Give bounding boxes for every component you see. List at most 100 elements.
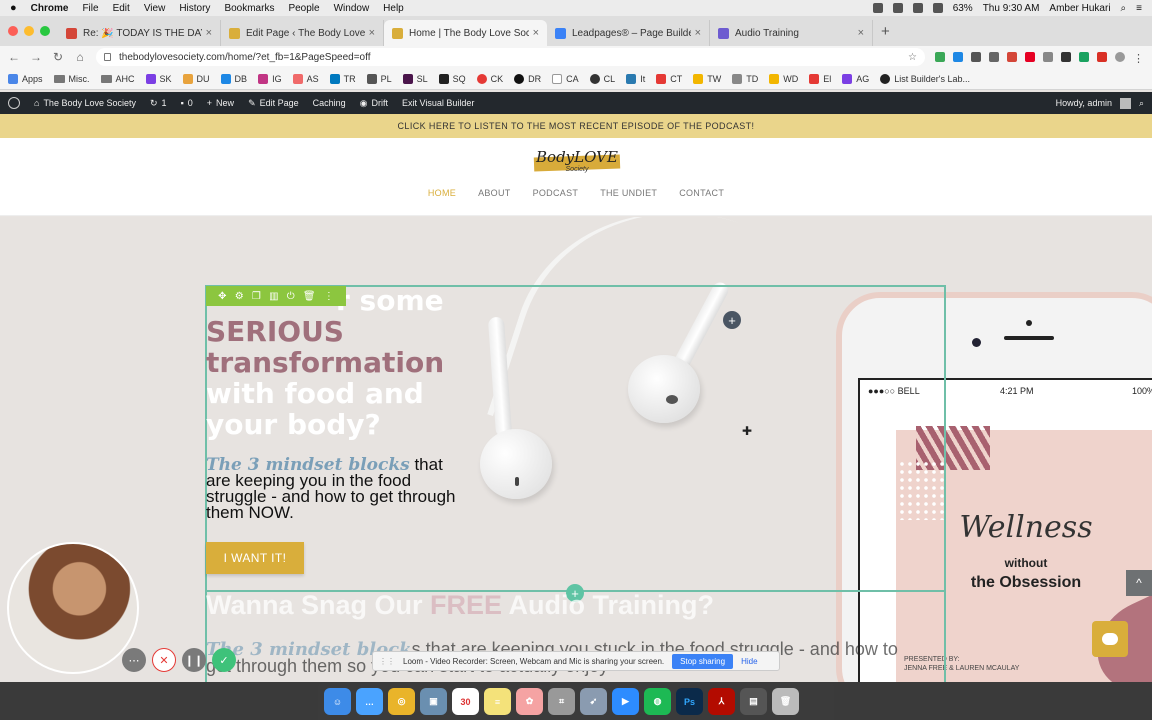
spotify-icon[interactable]: ◍ — [644, 688, 671, 715]
wifi-icon[interactable] — [912, 3, 923, 13]
admin-new[interactable]: + New — [207, 98, 234, 108]
bookmark-as[interactable]: AS — [292, 73, 319, 84]
nav-about[interactable]: ABOUT — [478, 188, 511, 198]
acrobat-icon[interactable]: ⅄ — [708, 688, 735, 715]
bookmark-misc[interactable]: Misc. — [53, 74, 90, 84]
power-icon[interactable]: ⏻ — [287, 291, 295, 302]
lock-icon[interactable] — [104, 53, 111, 61]
loom-camera-bubble[interactable] — [7, 542, 139, 674]
close-tab-icon[interactable]: × — [369, 27, 375, 39]
preview-icon[interactable]: ▣ — [420, 688, 447, 715]
bookmark-td[interactable]: TD — [732, 73, 758, 84]
bookmark-dr[interactable]: DR — [514, 73, 541, 84]
scroll-to-top-button[interactable]: ^ — [1126, 570, 1152, 596]
extension-icon[interactable] — [1007, 52, 1017, 62]
launchpad-icon[interactable]: ➹ — [580, 688, 607, 715]
tab-audio-training[interactable]: Audio Training × — [710, 20, 873, 46]
reload-icon[interactable]: ↻ — [52, 50, 64, 64]
photos-icon[interactable]: ✿ — [516, 688, 543, 715]
nav-contact[interactable]: CONTACT — [679, 188, 724, 198]
bookmark-ig[interactable]: IG — [258, 73, 282, 84]
menu-window[interactable]: Window — [334, 3, 370, 14]
bookmark-ca[interactable]: CA — [552, 73, 579, 84]
files-icon[interactable]: ▤ — [740, 688, 767, 715]
nav-home[interactable]: HOME — [428, 188, 456, 198]
move-icon[interactable]: ✥ — [218, 291, 226, 302]
admin-site-link[interactable]: ⌂ The Body Love Society — [34, 98, 136, 108]
nav-the-undiet[interactable]: THE UNDIET — [600, 188, 657, 198]
bookmark-wd[interactable]: WD — [769, 73, 798, 84]
menu-bookmarks[interactable]: Bookmarks — [224, 3, 274, 14]
podcast-banner[interactable]: CLICK HERE TO LISTEN TO THE MOST RECENT … — [0, 114, 1152, 138]
close-tab-icon[interactable]: × — [695, 27, 701, 39]
bookmark-el[interactable]: El — [809, 73, 831, 84]
extension-grammarly-icon[interactable] — [935, 52, 945, 62]
menu-list-icon[interactable]: ≡ — [1136, 3, 1142, 14]
bookmark-ct[interactable]: CT — [656, 73, 682, 84]
menu-view[interactable]: View — [144, 3, 166, 14]
calendar-icon[interactable]: 30 — [452, 688, 479, 715]
menu-chrome[interactable]: Chrome — [31, 3, 69, 14]
video-icon[interactable] — [872, 3, 883, 13]
back-icon[interactable]: ← — [8, 50, 20, 64]
close-tab-icon[interactable]: × — [858, 27, 864, 39]
menu-help[interactable]: Help — [383, 3, 404, 14]
bookmark-db[interactable]: DB — [220, 73, 247, 84]
bookmark-ag[interactable]: AG — [842, 73, 869, 84]
bookmark-du[interactable]: DU — [182, 73, 210, 84]
tab-gmail[interactable]: Re: 🎉 TODAY IS THE DAY!!!!!! × — [58, 20, 221, 46]
profile-avatar[interactable] — [1115, 52, 1125, 62]
admin-comments[interactable]: ▪ 0 — [181, 98, 193, 108]
clock[interactable]: Thu 9:30 AM — [983, 3, 1040, 14]
more-icon[interactable]: ⋮ — [324, 291, 334, 302]
chrome-menu-icon[interactable]: ⋮ — [1133, 52, 1144, 65]
tab-leadpages[interactable]: Leadpages® – Page Builder × — [547, 20, 710, 46]
finish-recording-icon[interactable]: ✓ — [212, 648, 236, 672]
tab-home[interactable]: Home | The Body Love Society × — [384, 20, 547, 46]
admin-updates[interactable]: ↻ 1 — [150, 98, 167, 109]
bookmark-it[interactable]: It — [626, 73, 645, 84]
bookmark-star-icon[interactable]: ☆ — [908, 52, 917, 63]
wordpress-logo-icon[interactable] — [8, 97, 20, 109]
maximize-window-icon[interactable] — [40, 26, 50, 36]
bookmark-sk[interactable]: SK — [145, 73, 172, 84]
hero-headline[interactable]: r some SERIOUS transformation with food … — [206, 285, 506, 440]
bookmark-pl[interactable]: PL — [366, 73, 392, 84]
minimize-window-icon[interactable] — [24, 26, 34, 36]
messages-icon[interactable]: … — [356, 688, 383, 715]
admin-account[interactable]: Howdy, admin ⌕ — [1056, 97, 1144, 109]
apple-icon[interactable]: ● — [10, 2, 17, 14]
bookmark-ck[interactable]: CK — [476, 73, 503, 84]
zoom-icon[interactable]: ▶ — [612, 688, 639, 715]
bookmark-sq[interactable]: SQ — [438, 73, 466, 84]
extension-icon[interactable] — [1043, 52, 1053, 62]
more-options-icon[interactable]: ⋯ — [122, 648, 146, 672]
settings-icon[interactable]: ⚙ — [235, 291, 244, 302]
stop-sharing-button[interactable]: Stop sharing — [672, 653, 734, 669]
extension-dropbox-icon[interactable] — [953, 52, 963, 62]
admin-drift[interactable]: ◉ Drift — [360, 98, 388, 109]
menu-edit[interactable]: Edit — [113, 3, 130, 14]
mic-icon[interactable] — [892, 3, 903, 13]
i-want-it-button[interactable]: I WANT IT! — [206, 542, 304, 574]
drag-handle-icon[interactable]: ⋮⋮ — [379, 657, 395, 666]
volume-icon[interactable] — [932, 3, 943, 13]
new-tab-icon[interactable]: + — [881, 23, 890, 40]
address-bar[interactable]: thebodylovesociety.com/home/?et_fb=1&Pag… — [96, 48, 925, 66]
extension-icon[interactable] — [1097, 52, 1107, 62]
bookmark-apps[interactable]: Apps — [8, 73, 43, 84]
close-window-icon[interactable] — [8, 26, 18, 36]
search-icon[interactable]: ⌕ — [1139, 98, 1144, 109]
add-module-icon[interactable]: + — [723, 311, 741, 329]
forward-icon[interactable]: → — [30, 50, 42, 64]
menu-file[interactable]: File — [82, 3, 98, 14]
menu-people[interactable]: People — [288, 3, 319, 14]
bookmark-tr[interactable]: TR — [329, 73, 356, 84]
site-logo[interactable]: BodyLOVE Society — [530, 146, 624, 180]
bookmark-list-builders-lab[interactable]: List Builder's Lab... — [880, 73, 970, 84]
duplicate-icon[interactable]: ❐ — [252, 291, 261, 302]
bookmark-cl[interactable]: CL — [589, 73, 615, 84]
hero-subheading[interactable]: The 3 mindset blocks that are keeping yo… — [206, 456, 466, 521]
bookmark-tw[interactable]: TW — [693, 73, 721, 84]
admin-caching[interactable]: Caching — [313, 98, 346, 108]
